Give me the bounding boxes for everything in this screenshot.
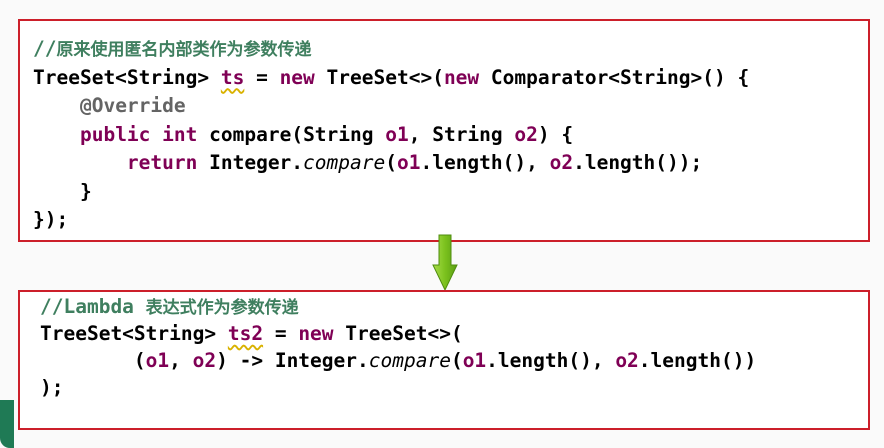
code-token: Comparator<String>() { [479, 65, 750, 89]
code-token: TreeSet<>( [333, 322, 463, 345]
param-o2: o2 [514, 122, 538, 146]
code-token: ) { [537, 122, 574, 146]
code-token: Integer. [197, 151, 304, 174]
keyword-new: new [298, 322, 334, 345]
code-line-lambda: (o1, o2) -> Integer.compare(o1.length(),… [40, 347, 756, 374]
comment-prefix: //Lambda [40, 295, 146, 318]
param-o1: o1 [462, 349, 487, 372]
code-line-return: return Integer.compare(o1.length(), o2.l… [33, 149, 749, 178]
param-o1: o1 [145, 349, 170, 372]
keyword-new: new [443, 65, 480, 89]
code-token: .length(), [486, 349, 616, 372]
keyword-int: int [162, 122, 198, 146]
code-line-close-class: }); [33, 208, 69, 231]
comment-text: 表达式作为参数传递 [145, 298, 299, 318]
code-token: , String [408, 122, 515, 146]
code-line-declaration: TreeSet<String> ts2 = new TreeSet<>( [40, 320, 756, 347]
code-token: ( [40, 349, 146, 372]
variable-ts2: ts2 [227, 322, 264, 345]
override-annotation: @Override [79, 94, 186, 117]
code-token: .length()); [573, 151, 703, 174]
keyword-return: return [126, 151, 198, 174]
code-token: ) -> Integer. [216, 349, 369, 372]
code-line-method-signature: public int compare(String o1, String o2)… [33, 121, 749, 150]
code-token: TreeSet<String> [33, 65, 221, 89]
keyword-new: new [279, 65, 315, 89]
comment-prefix: // [33, 37, 57, 60]
param-o1: o1 [396, 151, 421, 174]
lambda-code-panel: //Lambda 表达式作为参数传递 TreeSet<String> ts2 = … [18, 290, 870, 430]
code-token: ( [450, 349, 463, 372]
code-token: .length(), [420, 151, 550, 174]
static-method-compare: compare [368, 349, 451, 372]
param-o2: o2 [615, 349, 639, 372]
code-line-close-method: } [33, 179, 92, 203]
code-token: ( [385, 151, 397, 174]
code-token: compare(String [197, 122, 386, 146]
param-o1: o1 [385, 122, 409, 146]
lambda-code: //Lambda 表达式作为参数传递 TreeSet<String> ts2 = … [40, 293, 756, 401]
code-line-comment: //Lambda 表达式作为参数传递 [40, 293, 756, 320]
code-token: = [244, 65, 280, 89]
code-line-declaration: TreeSet<String> ts = new TreeSet<>(new C… [33, 64, 749, 93]
variable-ts: ts [220, 65, 245, 89]
code-line-comment: //原来使用匿名内部类作为参数传递 [33, 35, 749, 64]
keyword-public: public [79, 122, 151, 146]
code-token: = [263, 322, 299, 345]
down-arrow-icon [432, 234, 458, 292]
code-token: .length()) [638, 349, 757, 372]
code-line-close: ); [40, 376, 64, 399]
code-token: , [169, 349, 193, 372]
param-o2: o2 [192, 349, 217, 372]
comment-text: 原来使用匿名内部类作为参数传递 [56, 40, 312, 60]
code-token: TreeSet<>( [314, 65, 444, 89]
anonymous-class-code-panel: //原来使用匿名内部类作为参数传递 TreeSet<String> ts = ne… [18, 19, 870, 242]
corner-accent [0, 400, 14, 448]
slide-background: //原来使用匿名内部类作为参数传递 TreeSet<String> ts = ne… [0, 0, 884, 448]
static-method-compare: compare [303, 151, 386, 174]
anonymous-class-code: //原来使用匿名内部类作为参数传递 TreeSet<String> ts = ne… [33, 35, 749, 235]
code-line-annotation: @Override [33, 92, 749, 121]
code-token: TreeSet<String> [40, 322, 228, 345]
param-o2: o2 [549, 151, 574, 174]
